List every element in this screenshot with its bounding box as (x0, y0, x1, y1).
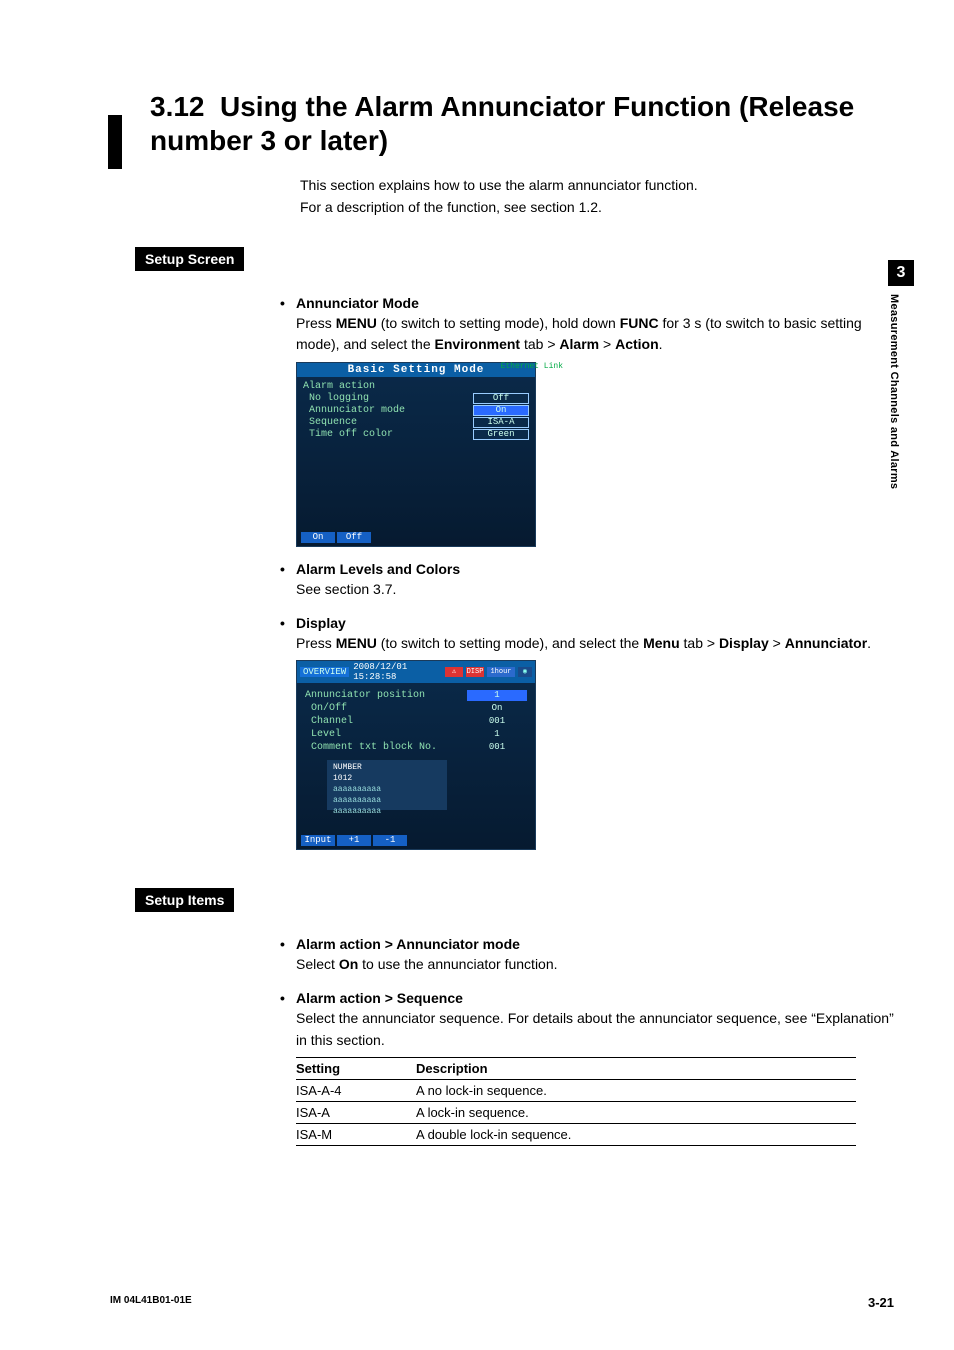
page-number: 3-21 (868, 1295, 894, 1310)
subsection-annunciator-mode: •Annunciator Mode Press MENU (to switch … (280, 295, 894, 547)
subsection-item-annunciator-mode: •Alarm action > Annunciator mode Select … (280, 936, 894, 976)
dev2-row-label: Annunciator position (305, 690, 425, 701)
sequence-table: Setting Description ISA-A-4 A no lock-in… (296, 1057, 856, 1146)
softkey-input: Input (301, 835, 335, 846)
table-cell-setting: ISA-A (296, 1102, 416, 1124)
display-text: Press MENU (to switch to setting mode), … (296, 633, 894, 655)
bullet-heading: •Display (280, 615, 894, 631)
device-softkeys: Input +1 -1 (301, 835, 407, 846)
device-softkeys: On Off (301, 532, 371, 543)
device-screenshot-annunciator: OVERVIEW 2008/12/01 15:28:58 ⚠ DISP 1hou… (296, 660, 536, 850)
dev1-row-label: Alarm action (303, 381, 375, 392)
dev2-row-label: Channel (305, 716, 353, 727)
dev1-row-value: On (473, 405, 529, 416)
device-body: Annunciator position 1 On/Off On Channel 00… (297, 683, 535, 816)
page: 3.12Using the Alarm Annunciator Function… (0, 0, 954, 1350)
device-top-bar: OVERVIEW 2008/12/01 15:28:58 ⚠ DISP 1hou… (297, 661, 535, 683)
table-cell-description: A lock-in sequence. (416, 1102, 856, 1124)
bullet-heading: •Alarm action > Sequence (280, 990, 894, 1006)
setup-items-label: Setup Items (135, 888, 234, 912)
device-screenshot-basic-setting: Ethernet Link Basic Setting Mode Alarm a… (296, 362, 536, 547)
side-tab: 3 Measurement Channels and Alarms (888, 260, 914, 489)
dev1-row-value: Off (473, 393, 529, 404)
camera-icon: ◉ (518, 667, 532, 677)
intro-line-2: For a description of the function, see s… (300, 197, 894, 219)
dev1-row-label: Annunciator mode (303, 405, 405, 416)
softkey-on: On (301, 532, 335, 543)
table-cell-description: A no lock-in sequence. (416, 1080, 856, 1102)
dev1-row-label: Time off color (303, 429, 393, 440)
table-row: ISA-M A double lock-in sequence. (296, 1124, 856, 1146)
dev1-row-label: Sequence (303, 417, 357, 428)
chapter-number-box: 3 (888, 260, 914, 286)
subsection-item-sequence: •Alarm action > Sequence Select the annu… (280, 990, 894, 1146)
setup-screen-label: Setup Screen (135, 247, 244, 271)
dev2-row-value: 1 (467, 690, 527, 701)
device-date: 2008/12/01 15:28:58 (353, 662, 441, 682)
table-row: ISA-A A lock-in sequence. (296, 1102, 856, 1124)
table-cell-setting: ISA-A-4 (296, 1080, 416, 1102)
document-id: IM 04L41B01-01E (110, 1295, 192, 1310)
dev2-row-label: On/Off (305, 703, 347, 714)
bullet-heading: •Alarm Levels and Colors (280, 561, 894, 577)
device-preview-box: NUMBER 1012 aaaaaaaaaa aaaaaaaaaa aaaaaa… (327, 760, 447, 810)
softkey-minus1: -1 (373, 835, 407, 846)
hour-icon: 1hour (487, 667, 515, 677)
intro-line-1: This section explains how to use the ala… (300, 175, 894, 197)
dev2-row-label: Comment txt block No. (305, 742, 437, 753)
table-cell-description: A double lock-in sequence. (416, 1124, 856, 1146)
item1-text: Select On to use the annunciator functio… (296, 954, 894, 976)
chapter-title-vertical: Measurement Channels and Alarms (888, 294, 900, 489)
subsection-alarm-levels: •Alarm Levels and Colors See section 3.7… (280, 561, 894, 601)
dev2-row-value: On (467, 703, 527, 714)
bullet-heading: •Alarm action > Annunciator mode (280, 936, 894, 952)
section-number: 3.12 (150, 90, 220, 124)
device-body: Alarm action No logging Off Annunciator m… (297, 377, 535, 445)
alarm-icon: ⚠ (445, 667, 463, 677)
softkey-off: Off (337, 532, 371, 543)
dev2-row-value: 001 (467, 716, 527, 727)
dev1-row-value: Green (473, 429, 529, 440)
overview-badge: OVERVIEW (300, 667, 349, 677)
subsection-display: •Display Press MENU (to switch to settin… (280, 615, 894, 851)
device-title: Basic Setting Mode (297, 363, 535, 377)
section-heading: 3.12Using the Alarm Annunciator Function… (150, 90, 894, 157)
dev2-row-label: Level (305, 729, 341, 740)
table-header-description: Description (416, 1058, 856, 1080)
section-bar (108, 115, 122, 169)
disp-icon: DISP (466, 667, 484, 677)
dev1-row-label: No logging (303, 393, 369, 404)
annunciator-mode-text: Press MENU (to switch to setting mode), … (296, 313, 894, 356)
table-header-row: Setting Description (296, 1058, 856, 1080)
dev2-row-value: 001 (467, 742, 527, 753)
table-cell-setting: ISA-M (296, 1124, 416, 1146)
softkey-plus1: +1 (337, 835, 371, 846)
dev2-row-value: 1 (467, 729, 527, 740)
dev1-row-value: ISA-A (473, 417, 529, 428)
ethernet-link-indicator: Ethernet Link (501, 363, 563, 371)
alarm-levels-text: See section 3.7. (296, 579, 894, 601)
item2-text: Select the annunciator sequence. For det… (296, 1008, 894, 1051)
table-header-setting: Setting (296, 1058, 416, 1080)
intro-block: This section explains how to use the ala… (300, 175, 894, 218)
table-row: ISA-A-4 A no lock-in sequence. (296, 1080, 856, 1102)
bullet-heading: •Annunciator Mode (280, 295, 894, 311)
section-title: Using the Alarm Annunciator Function (Re… (150, 91, 854, 156)
page-footer: IM 04L41B01-01E 3-21 (110, 1295, 894, 1310)
